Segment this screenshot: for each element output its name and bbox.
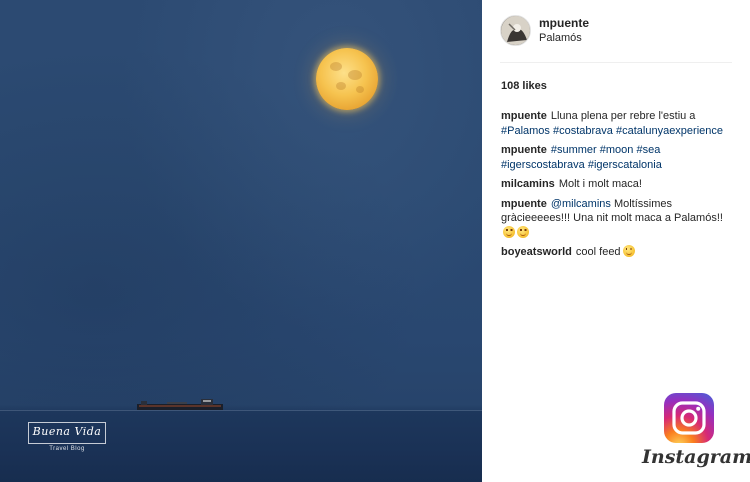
- hashtag-link[interactable]: #catalunyaexperience: [616, 125, 723, 137]
- hashtag-link[interactable]: #costabrava: [553, 125, 613, 137]
- full-moon: [316, 48, 378, 110]
- comment: mpuente @milcamins Moltíssimes gràcieeeee…: [501, 197, 733, 241]
- comment-text: cool feed: [575, 246, 621, 258]
- instagram-logo-icon[interactable]: [664, 393, 714, 443]
- post-author-username[interactable]: mpuente: [539, 16, 589, 30]
- comments-list: mpuente Lluna plena per rebre l'estiu a #…: [501, 109, 733, 265]
- likes-count[interactable]: 108 likes: [501, 80, 547, 92]
- hashtag-link[interactable]: #moon: [600, 144, 634, 156]
- comment-author-username[interactable]: mpuente: [501, 144, 547, 156]
- avatar[interactable]: [500, 15, 531, 46]
- hashtag-link[interactable]: #igerscostabrava: [501, 159, 585, 171]
- comment: mpuente Lluna plena per rebre l'estiu a #…: [501, 109, 733, 138]
- post-photo[interactable]: Buena Vida Travel Blog: [0, 0, 482, 482]
- comment-author-username[interactable]: mpuente: [501, 198, 547, 210]
- comment-text: Lluna plena per rebre l'estiu a: [550, 110, 696, 122]
- cargo-ship: [137, 399, 223, 410]
- hashtag-link[interactable]: #Palamos: [501, 125, 550, 137]
- comment: mpuente #summer #moon #sea #igerscostabra…: [501, 143, 733, 172]
- comment-text: Molt i molt maca!: [558, 178, 642, 190]
- comment: milcamins Molt i molt maca!: [501, 177, 733, 192]
- post-details-panel: mpuente Palamós 108 likes mpuente Lluna p…: [482, 0, 750, 482]
- post-header: mpuente Palamós: [482, 0, 750, 62]
- grinning-emoji-icon: [622, 245, 635, 257]
- comment-author-username[interactable]: milcamins: [501, 178, 555, 190]
- comment-author-username[interactable]: mpuente: [501, 110, 547, 122]
- grinning-emoji-icon: [503, 225, 515, 238]
- hashtag-link[interactable]: #summer: [551, 144, 597, 156]
- header-divider: [500, 62, 732, 63]
- watermark-title: Buena Vida: [32, 425, 102, 438]
- hashtag-link[interactable]: #sea: [636, 144, 660, 156]
- avatar-photo-icon: [501, 16, 530, 45]
- mention-link[interactable]: @milcamins: [551, 198, 611, 210]
- buena-vida-watermark: Buena Vida Travel Blog: [28, 422, 106, 456]
- watermark-subtitle: Travel Blog: [49, 446, 85, 452]
- comment-author-username[interactable]: boyeatsworld: [501, 246, 572, 258]
- post-location[interactable]: Palamós: [539, 32, 582, 44]
- hashtag-link[interactable]: #igerscatalonia: [588, 159, 662, 171]
- grinning-emoji-icon: [517, 225, 529, 238]
- comment: boyeatsworld cool feed: [501, 245, 733, 260]
- instagram-wordmark: Instagram: [642, 446, 750, 468]
